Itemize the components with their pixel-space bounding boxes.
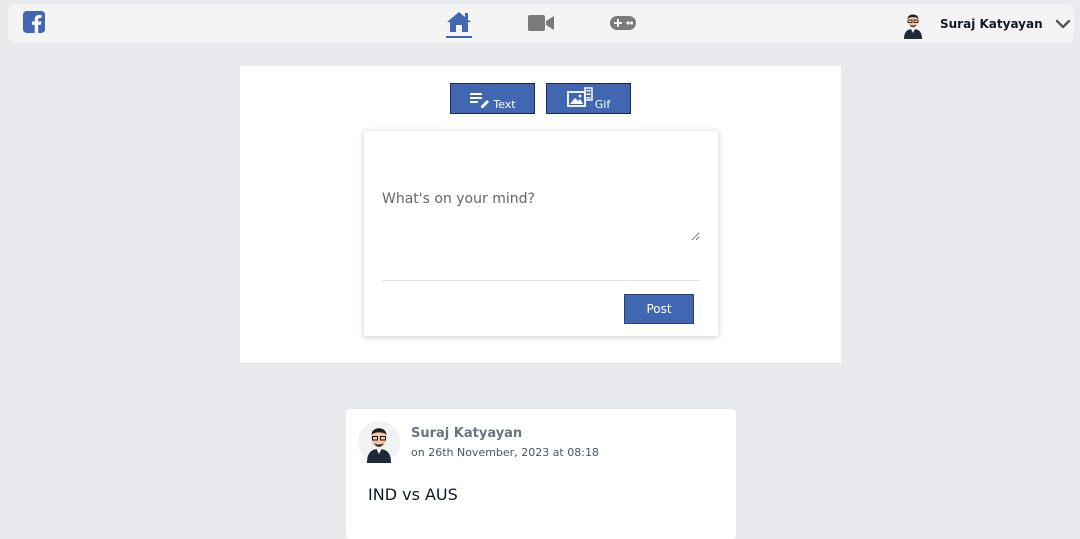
gamepad-icon[interactable] xyxy=(609,15,637,31)
gif-image-icon xyxy=(566,87,593,107)
chevron-down-icon[interactable] xyxy=(1055,16,1071,32)
post-text-input[interactable] xyxy=(382,191,700,241)
top-navbar: Suraj Katyayan xyxy=(8,4,1074,43)
post-button[interactable]: Post xyxy=(624,294,694,324)
active-tab-indicator xyxy=(446,36,472,38)
text-post-button[interactable]: Text xyxy=(450,83,535,114)
post-body-text: IND vs AUS xyxy=(368,485,458,504)
user-avatar-icon xyxy=(904,14,922,39)
post-author-name[interactable]: Suraj Katyayan xyxy=(411,426,522,441)
composer-divider xyxy=(382,280,700,281)
facebook-logo-icon[interactable] xyxy=(23,11,45,33)
composer-section: Text Gif Post xyxy=(240,66,841,363)
gif-post-label: Gif xyxy=(594,98,611,111)
composer-card: Post xyxy=(364,131,718,336)
home-icon[interactable] xyxy=(445,10,473,34)
text-edit-icon xyxy=(470,93,490,108)
post-timestamp: on 26th November, 2023 at 08:18 xyxy=(411,446,599,459)
feed-post-card: Suraj Katyayan on 26th November, 2023 at… xyxy=(346,409,736,539)
gif-post-button[interactable]: Gif xyxy=(546,83,631,114)
user-menu[interactable]: Suraj Katyayan xyxy=(898,9,1071,39)
user-name: Suraj Katyayan xyxy=(940,17,1043,31)
video-icon[interactable] xyxy=(527,13,555,33)
text-post-label: Text xyxy=(493,98,516,111)
post-author-avatar-icon xyxy=(358,421,400,463)
